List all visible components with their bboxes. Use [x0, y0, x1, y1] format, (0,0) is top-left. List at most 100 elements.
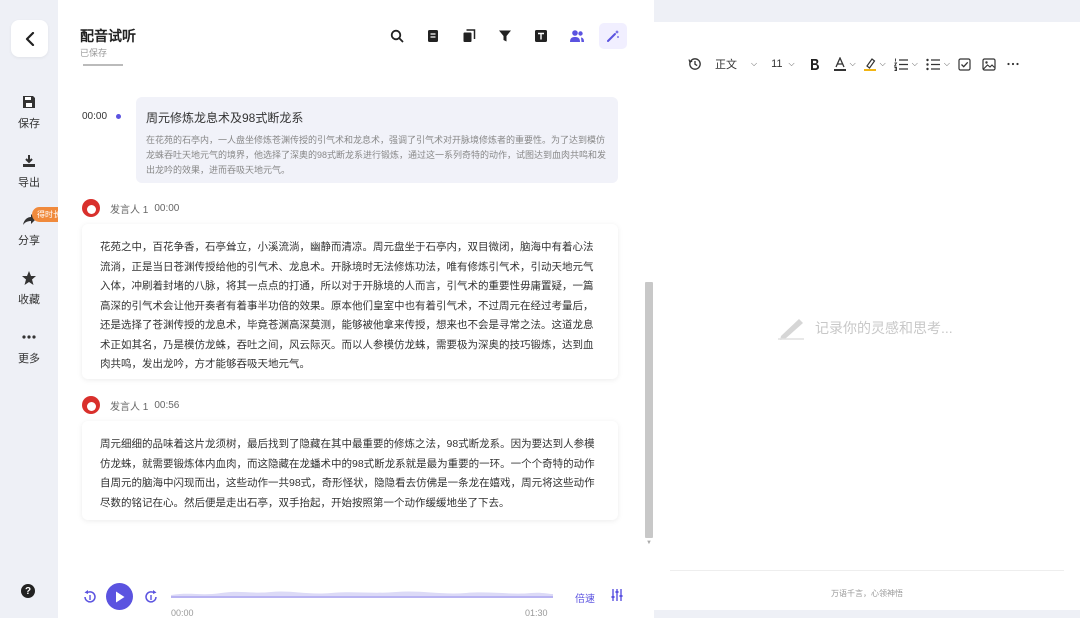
- text-color-icon: [833, 57, 846, 71]
- playback-speed-button[interactable]: 倍速: [575, 590, 595, 605]
- highlight-color-button[interactable]: ⌵: [863, 57, 886, 71]
- speakers-button[interactable]: [563, 23, 591, 49]
- export-button[interactable]: 导出: [0, 153, 58, 190]
- save-label: 保存: [18, 118, 40, 130]
- filter-icon: [499, 30, 511, 42]
- favorite-label: 收藏: [18, 294, 40, 306]
- scrolled-content-edge: [83, 64, 123, 70]
- image-icon: [982, 57, 996, 71]
- more-label: 更多: [18, 353, 40, 365]
- magic-wand-button[interactable]: [599, 23, 627, 49]
- transcript-toolbar: [383, 23, 627, 49]
- summary-title: 周元修炼龙息术及98式断龙系: [146, 111, 304, 125]
- save-icon: [23, 96, 35, 108]
- scrollbar-thumb[interactable]: [645, 282, 653, 538]
- font-size-select[interactable]: 11 ⌵: [771, 58, 795, 70]
- forward-button[interactable]: [143, 589, 159, 610]
- notes-panel: 正文 ⌵ 11 ⌵ ⌵ ⌵ ⌵ ⌵ 记录你的灵感和思考... 万语千言，心领神悟: [654, 22, 1080, 610]
- rewind-icon: [84, 590, 96, 603]
- total-time: 01:30: [525, 608, 548, 618]
- summary-body: 在花苑的石亭内，一人盘坐修炼苍渊传授的引气术和龙息术，强调了引气术对开脉境修炼者…: [146, 135, 607, 175]
- chevron-down-icon: ⌵: [788, 59, 795, 68]
- more-icon: [22, 335, 36, 339]
- speaker-name[interactable]: 发言人 1: [110, 201, 148, 216]
- magic-wand-icon: [607, 30, 619, 42]
- transcript-paragraph[interactable]: 花苑之中，百花争香，石亭耸立，小溪流淌，幽静而清凉。周元盘坐于石亭内，双目微闭，…: [82, 224, 618, 379]
- current-time: 00:00: [171, 608, 194, 618]
- transcript-header: 配音试听 已保存: [58, 0, 654, 62]
- transcript-panel: 配音试听 已保存 00:00 周元修炼龙息术及98式断龙系 在花苑的石亭内，一人…: [58, 0, 654, 618]
- chevron-left-icon: [25, 31, 34, 46]
- forward-icon: [145, 590, 157, 603]
- search-button[interactable]: [383, 23, 411, 49]
- bullet-list-button[interactable]: ⌵: [926, 58, 950, 71]
- page-title: 配音试听: [80, 28, 136, 44]
- audio-player: 00:00 01:30 倍速: [58, 578, 654, 618]
- speaker-name[interactable]: 发言人 1: [110, 398, 148, 413]
- ordered-list-icon: [893, 58, 908, 71]
- segment-time[interactable]: 00:00: [154, 203, 179, 214]
- equalizer-button[interactable]: [610, 588, 624, 607]
- filter-button[interactable]: [491, 23, 519, 49]
- font-size-value: 11: [771, 58, 783, 70]
- scroll-down-arrow[interactable]: ▼: [645, 540, 653, 546]
- audio-waveform[interactable]: [171, 586, 553, 598]
- avatar: [82, 396, 100, 414]
- checklist-button[interactable]: [958, 57, 971, 71]
- save-button[interactable]: 保存: [0, 94, 58, 131]
- history-icon: [688, 58, 701, 70]
- save-status: 已保存: [80, 48, 108, 58]
- play-icon: [115, 591, 124, 602]
- export-icon: [23, 155, 35, 167]
- bold-icon: [810, 58, 819, 70]
- paragraph-style-select[interactable]: 正文 ⌵: [715, 56, 757, 72]
- transcript-icon: [535, 30, 547, 42]
- bullet-list-icon: [926, 58, 940, 70]
- star-icon: [22, 271, 36, 285]
- more-options-button[interactable]: [1007, 62, 1019, 66]
- chevron-down-icon: ⌵: [751, 59, 758, 68]
- checkbox-icon: [958, 57, 971, 71]
- back-button[interactable]: [11, 20, 48, 57]
- speaker-row: 发言人 1 00:00: [82, 199, 179, 217]
- help-icon: ?: [24, 585, 32, 597]
- speakers-icon: [570, 30, 584, 42]
- editor-placeholder-text: 记录你的灵感和思考...: [815, 320, 953, 336]
- favorite-button[interactable]: 收藏: [0, 270, 58, 307]
- chevron-down-icon: ⌵: [849, 59, 856, 68]
- insert-image-button[interactable]: [982, 57, 996, 71]
- help-button[interactable]: ?: [21, 584, 35, 598]
- summary-card: 周元修炼龙息术及98式断龙系 在花苑的石亭内，一人盘坐修炼苍渊传授的引气术和龙息…: [136, 97, 618, 183]
- avatar: [82, 199, 100, 217]
- editor-footer-slogan: 万语千言，心领神悟: [831, 589, 903, 598]
- ordered-list-button[interactable]: ⌵: [893, 58, 918, 71]
- summary-timestamp[interactable]: 00:00: [82, 111, 107, 122]
- share-label: 分享: [18, 235, 40, 247]
- play-button[interactable]: [106, 583, 133, 610]
- copy-icon: [463, 29, 476, 42]
- transcript-paragraph[interactable]: 周元细细的品味着这片龙须树，最后找到了隐藏在其中最重要的修炼之法，98式断龙系。…: [82, 421, 618, 520]
- pen-icon: [778, 319, 804, 340]
- paragraph-style-value: 正文: [715, 59, 737, 71]
- history-button[interactable]: [688, 57, 702, 71]
- ellipsis-icon: [1007, 62, 1019, 66]
- segment-time[interactable]: 00:56: [154, 400, 179, 411]
- copy-button[interactable]: [455, 23, 483, 49]
- bold-button[interactable]: [809, 58, 820, 71]
- chevron-down-icon: ⌵: [911, 59, 918, 68]
- left-rail: 保存 导出 分享 得时长 收藏 更多 ?: [0, 0, 66, 618]
- notes-icon: [428, 30, 438, 42]
- editor-placeholder[interactable]: 记录你的灵感和思考...: [777, 316, 953, 340]
- editor-toolbar: 正文 ⌵ 11 ⌵ ⌵ ⌵ ⌵ ⌵: [688, 55, 1019, 73]
- equalizer-icon: [611, 589, 623, 601]
- rewind-button[interactable]: [82, 589, 98, 610]
- search-icon: [390, 29, 404, 43]
- transcript-button[interactable]: [527, 23, 555, 49]
- export-label: 导出: [18, 177, 40, 189]
- divider: [670, 570, 1064, 571]
- text-color-button[interactable]: ⌵: [833, 57, 856, 71]
- speaker-row: 发言人 1 00:56: [82, 396, 179, 414]
- notes-button[interactable]: [419, 23, 447, 49]
- chevron-down-icon: ⌵: [879, 59, 886, 68]
- more-button[interactable]: 更多: [0, 329, 58, 366]
